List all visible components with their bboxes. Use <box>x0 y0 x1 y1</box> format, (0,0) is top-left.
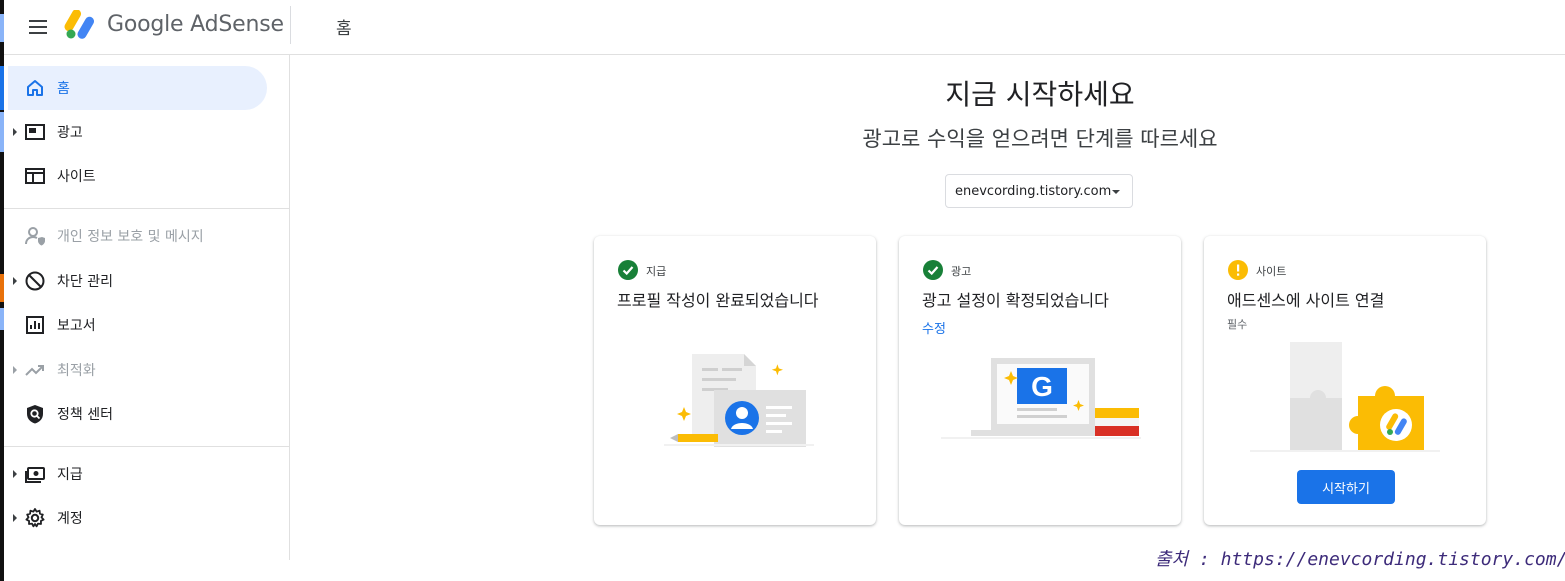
card-kicker: 지급 <box>646 265 667 278</box>
header-divider <box>290 6 291 44</box>
sidebar: 홈 광고 사이트 개인 정보 보호 및 메시지 차단 관리 보고서 최적화 정책… <box>4 55 290 560</box>
home-icon <box>27 80 43 96</box>
brand-name: Google AdSense <box>107 12 284 37</box>
sidebar-item-reports[interactable]: 보고서 <box>4 303 266 347</box>
reports-icon <box>26 316 44 334</box>
sidebar-item-block-management[interactable]: 차단 관리 <box>4 259 266 303</box>
sidebar-item-optimization[interactable]: 최적화 <box>4 348 266 392</box>
policy-shield-icon <box>27 405 43 424</box>
card-title: 프로필 작성이 완료되었습니다 <box>617 291 819 310</box>
site-selector-dropdown[interactable]: enevcording.tistory.com <box>945 174 1133 208</box>
sidebar-item-policy-center[interactable]: 정책 센터 <box>4 392 266 436</box>
ads-icon <box>25 124 45 140</box>
expand-caret-icon[interactable] <box>13 366 17 374</box>
sites-icon <box>25 168 45 184</box>
trending-up-icon <box>25 365 44 376</box>
required-note: 필수 <box>1227 318 1248 331</box>
check-circle-icon <box>923 260 943 280</box>
card-kicker: 광고 <box>951 265 972 278</box>
card-ad-settings: 광고 광고 설정이 확정되었습니다 수정 G <box>899 236 1181 525</box>
sidebar-item-label: 보고서 <box>57 318 96 334</box>
expand-caret-icon[interactable] <box>13 128 17 136</box>
svg-text:G: G <box>1031 371 1053 402</box>
expand-caret-icon[interactable] <box>13 514 17 522</box>
site-selector-value: enevcording.tistory.com <box>955 184 1112 199</box>
main-subheading: 광고로 수익을 얻으려면 단계를 따르세요 <box>862 127 1218 151</box>
source-caption: 출처 : https://enevcording.tistory.com/ <box>1155 549 1565 570</box>
sidebar-item-ads[interactable]: 광고 <box>4 110 266 154</box>
adsense-logo-icon <box>64 10 95 39</box>
sidebar-item-label: 최적화 <box>57 363 96 379</box>
block-icon <box>25 271 45 291</box>
sidebar-item-label: 정책 센터 <box>57 407 113 423</box>
dropdown-arrow-icon <box>1112 190 1120 194</box>
card-payment-profile: 지급 프로필 작성이 완료되었습니다 <box>594 236 876 525</box>
get-started-button[interactable]: 시작하기 <box>1297 470 1395 504</box>
sidebar-item-label: 사이트 <box>57 169 96 185</box>
sidebar-divider <box>4 208 289 209</box>
card-connect-site: 사이트 애드센스에 사이트 연결 필수 시작하기 <box>1204 236 1486 525</box>
sidebar-item-privacy[interactable]: 개인 정보 보호 및 메시지 <box>4 214 266 258</box>
top-app-bar: Google AdSense 홈 <box>4 0 1565 55</box>
sidebar-divider <box>4 446 289 447</box>
sidebar-item-label: 광고 <box>57 125 83 141</box>
page-title: 홈 <box>336 19 352 39</box>
sidebar-item-label: 홈 <box>57 81 70 97</box>
sidebar-item-label: 개인 정보 보호 및 메시지 <box>57 229 204 245</box>
edit-link[interactable]: 수정 <box>922 318 946 337</box>
sidebar-item-account[interactable]: 계정 <box>4 496 266 540</box>
expand-caret-icon[interactable] <box>13 470 17 478</box>
puzzle-illustration <box>1250 342 1440 452</box>
sidebar-item-label: 계정 <box>57 511 83 527</box>
sidebar-item-home[interactable]: 홈 <box>8 66 267 110</box>
card-kicker: 사이트 <box>1256 265 1287 278</box>
ad-settings-illustration: G <box>941 358 1141 439</box>
check-circle-icon <box>618 260 638 280</box>
sidebar-item-label: 차단 관리 <box>57 274 113 290</box>
sidebar-item-payments[interactable]: 지급 <box>4 452 266 496</box>
sidebar-item-label: 지급 <box>57 467 83 483</box>
expand-caret-icon[interactable] <box>13 277 17 285</box>
main-heading: 지금 시작하세요 <box>945 78 1135 111</box>
gear-icon <box>25 508 45 528</box>
payments-icon <box>25 467 45 483</box>
privacy-icon <box>25 227 45 246</box>
profile-card-illustration <box>664 354 814 447</box>
card-title: 애드센스에 사이트 연결 <box>1227 291 1385 310</box>
warning-circle-icon <box>1228 260 1248 280</box>
hamburger-menu-icon[interactable] <box>24 13 52 41</box>
card-title: 광고 설정이 확정되었습니다 <box>922 291 1109 310</box>
sidebar-item-sites[interactable]: 사이트 <box>4 154 266 198</box>
